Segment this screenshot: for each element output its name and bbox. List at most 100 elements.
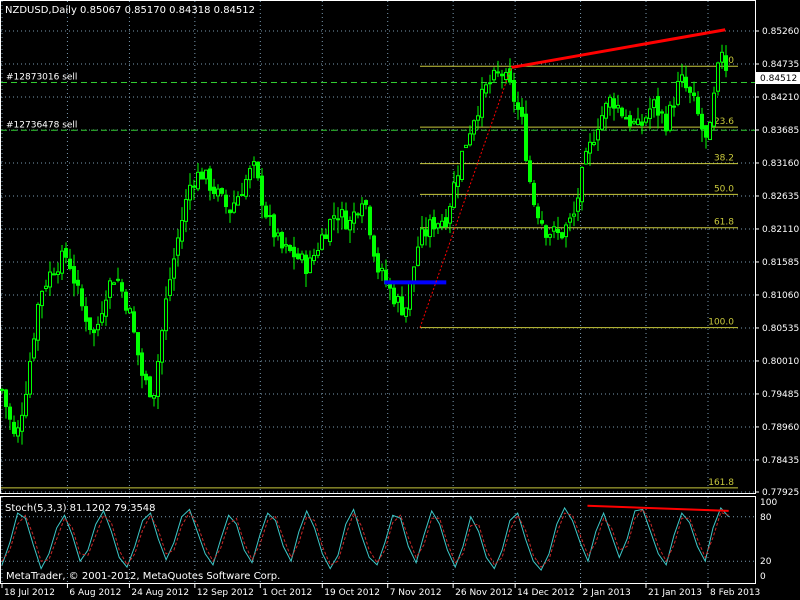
candle-body [404,307,408,317]
candle-body [412,266,416,282]
candle-body [432,217,436,230]
candle-body [652,99,656,109]
candle-body [364,200,368,205]
stoch-series-line [1,508,729,568]
candle-body [204,169,208,180]
price-axis: 0.85260 0.84735 0.84210 0.83685 0.83160 0.826… [755,27,800,498]
candle-body [8,406,12,420]
candle-body [108,280,112,298]
candle-body [564,224,568,238]
fib-anchor-line[interactable] [419,66,513,328]
candle-body [560,232,564,239]
order-label: #12736478 sell [6,120,77,130]
stoch-trendline[interactable] [587,504,729,512]
stoch-label: Stoch(5,3,3) 81.1202 79.3548 [5,503,156,514]
candle-body [708,122,712,141]
candle-body [452,182,456,208]
date-tick-label: 12 Sep 2012 [197,588,254,598]
candle-body [280,232,284,249]
candle-body [144,373,148,381]
candle-body [228,209,232,214]
trading-chart[interactable]: 0.023.638.250.061.8100.0161.8 #12873016 … [0,0,800,600]
candle-body [456,175,460,187]
trendline[interactable] [511,28,726,69]
candle-body [444,217,448,228]
date-tick-label: 2 Jan 2013 [583,588,631,598]
candle-body [576,197,580,212]
candle-body [288,244,292,252]
candle-body [688,86,692,93]
candle-body [664,113,668,132]
candle-body [32,338,36,359]
price-tick-label: 0.82110 [762,225,799,235]
candle-body [464,144,468,149]
candle-body [400,296,404,316]
fibonacci-levels[interactable]: 0.023.638.250.061.8100.0161.8 [1,56,738,489]
candle-body [424,229,428,237]
candle-body [296,253,300,260]
price-tick-label: 0.82635 [762,192,799,202]
candle-body [596,129,600,141]
candle-body [160,330,164,363]
date-tick-label: 18 Jul 2012 [4,588,55,598]
candle-body [148,376,152,398]
fib-level-label: 161.8 [708,478,734,488]
price-tick-label: 0.80010 [762,357,799,367]
candle-body [220,188,224,194]
candle-body [672,105,676,108]
candle-body [284,244,288,247]
candle-body [356,213,360,216]
date-axis: 18 Jul 2012 6 Aug 2012 24 Aug 2012 12 Sep 2… [1,584,760,598]
candle-body [212,186,216,194]
candle-body [504,71,508,81]
candle-body [136,332,140,356]
candle-body [112,282,116,285]
candle-body [176,237,180,256]
candle-body [140,352,144,376]
candle-body [632,120,636,124]
candle-body [84,306,88,322]
candle-body [648,108,652,119]
candle-body [252,161,256,166]
candle-body [168,279,172,296]
fib-level-label: 61.8 [714,218,734,228]
candle-body [624,117,628,120]
candle-body [192,185,196,188]
candle-body [276,232,280,237]
candle-body [120,282,124,292]
candle-body [548,234,552,238]
candle-body [0,388,4,391]
candle-body [720,51,724,63]
price-tick-label: 0.83685 [762,126,799,136]
date-tick-label: 6 Aug 2012 [69,588,121,598]
candle-body [224,194,228,208]
candle-body [300,253,304,261]
candle-body [52,273,56,276]
candle-body [104,299,108,317]
fib-level-label: 38.2 [714,154,734,164]
date-tick-label: 26 Nov 2012 [455,588,513,598]
candle-body [680,74,684,82]
candle-body [488,82,492,85]
candle-body [420,228,424,246]
candle-body [216,188,220,197]
candle-body [268,215,272,218]
fib-level-label: 100.0 [708,318,734,328]
candle-body [492,69,496,81]
price-tick-label: 0.77925 [762,488,799,498]
candle-body [496,71,500,74]
candle-body [196,171,200,190]
date-tick-label: 1 Oct 2012 [262,588,312,598]
candle-body [72,266,76,284]
candle-body [236,196,240,206]
candle-body [88,317,92,330]
candle-body [592,141,596,145]
candle-body [320,234,324,250]
candle-body [156,361,160,397]
price-tick-label: 0.78960 [762,423,799,433]
candle-body [520,106,524,117]
drawn-objects[interactable] [384,28,726,328]
price-tick-label: 0.85260 [762,27,799,37]
candle-body [164,298,168,332]
candle-body [172,258,176,279]
